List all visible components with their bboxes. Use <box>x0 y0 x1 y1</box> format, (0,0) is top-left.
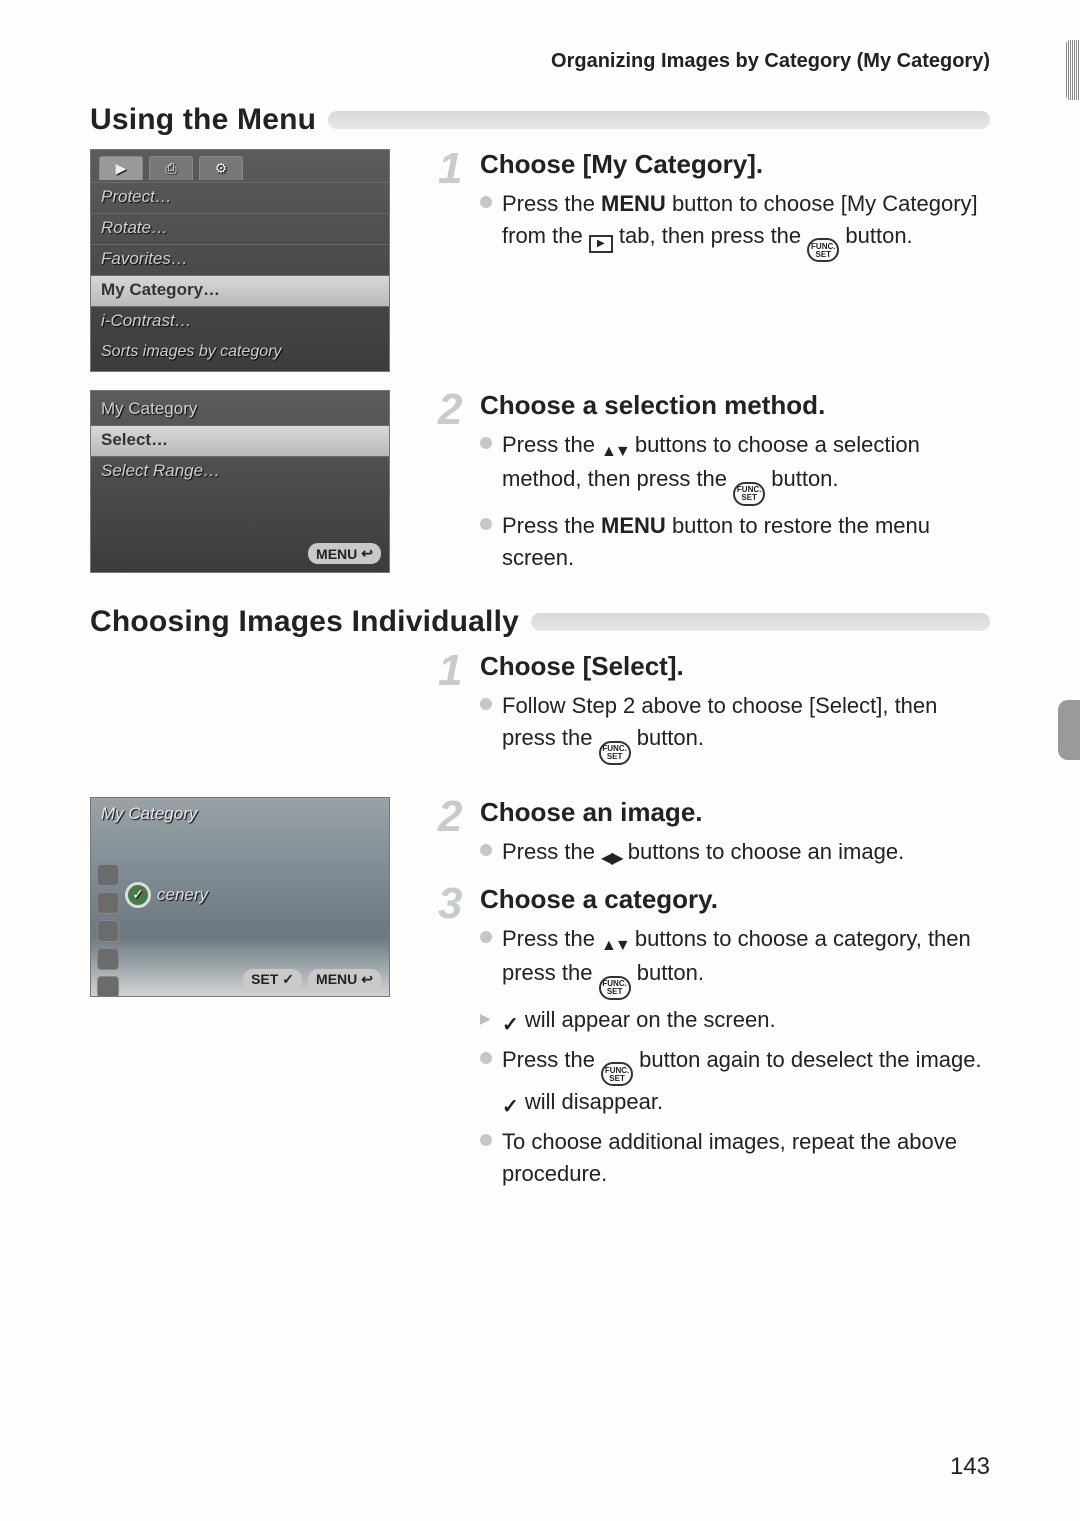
step-1-choose-my-category: 1 Choose [My Category]. Press the MENU b… <box>438 149 990 262</box>
step-bullet: Press the FUNC.SET button again to desel… <box>480 1044 990 1123</box>
category-icon <box>97 864 119 886</box>
menu-row: Favorites… <box>91 244 389 275</box>
step-bullet: Press the buttons to choose a category, … <box>480 923 990 1000</box>
menu-row: i-Contrast… <box>91 306 389 337</box>
tab-tools-icon: ⚙ <box>199 156 243 180</box>
step-2-choose-selection-method: 2 Choose a selection method. Press the b… <box>438 390 990 573</box>
step-number: 1 <box>438 649 462 693</box>
menu-button-label: MENU <box>601 191 666 216</box>
step-bullet: Press the buttons to choose an image. <box>480 836 990 870</box>
category-icon <box>97 948 119 970</box>
menu-back-pill: MENU↩ <box>308 543 381 564</box>
page-edge-tab-mid <box>1058 700 1080 760</box>
func-set-button-icon: FUNC.SET <box>807 238 839 262</box>
step-number: 2 <box>438 795 462 839</box>
menu-button-label: MENU <box>601 513 666 538</box>
step-1-choose-select: 1 Choose [Select]. Follow Step 2 above t… <box>438 651 990 764</box>
step-number: 3 <box>438 882 462 926</box>
step-number: 2 <box>438 388 462 432</box>
menu-row-selected: Select… <box>91 425 389 456</box>
menu-row: Protect… <box>91 182 389 213</box>
tab-print-icon: ⎙ <box>149 156 193 180</box>
selected-check-icon: ✓ <box>125 882 151 908</box>
category-icon <box>97 976 119 997</box>
step-number: 1 <box>438 147 462 191</box>
category-icons-column <box>97 864 119 997</box>
step-heading: Choose [My Category]. <box>480 149 990 180</box>
step-heading: Choose a category. <box>480 884 990 915</box>
running-header: Organizing Images by Category (My Catego… <box>90 50 990 73</box>
up-down-buttons-icon <box>601 440 629 463</box>
section-title-text: Choosing Images Individually <box>90 605 519 639</box>
page-edge-tab-top <box>1066 40 1080 100</box>
func-set-button-icon: FUNC.SET <box>599 976 631 1000</box>
up-down-buttons-icon <box>601 934 629 957</box>
menu-title: My Category <box>91 391 389 425</box>
menu-row-selected: My Category… <box>91 275 389 306</box>
step-result: will appear on the screen. <box>480 1004 990 1040</box>
step-heading: Choose an image. <box>480 797 990 828</box>
step-heading: Choose [Select]. <box>480 651 990 682</box>
return-icon: ↩ <box>361 971 373 988</box>
menu-row: Rotate… <box>91 213 389 244</box>
step-bullet: To choose additional images, repeat the … <box>480 1126 990 1190</box>
check-icon <box>502 1093 519 1122</box>
return-icon: ↩ <box>361 545 373 562</box>
step-heading: Choose a selection method. <box>480 390 990 421</box>
step-2-choose-image: 2 Choose an image. Press the buttons to … <box>438 797 990 870</box>
step-bullet: Follow Step 2 above to choose [Select], … <box>480 690 990 764</box>
check-icon <box>502 1011 519 1040</box>
step-bullet: Press the buttons to choose a selection … <box>480 429 990 506</box>
menu-row: Select Range… <box>91 456 389 487</box>
func-set-button-icon: FUNC.SET <box>733 482 765 506</box>
section-title-text: Using the Menu <box>90 103 316 137</box>
category-icon <box>97 892 119 914</box>
category-icon <box>97 920 119 942</box>
step-bullet: Press the MENU button to restore the men… <box>480 510 990 574</box>
step-bullet: Press the MENU button to choose [My Cate… <box>480 188 990 262</box>
camera-menu-screenshot-2: My Category Select… Select Range… MENU↩ <box>90 390 390 573</box>
section-title-bar <box>328 111 990 129</box>
play-tab-icon <box>589 235 613 253</box>
viewer-title: My Category <box>101 804 197 824</box>
step-3-choose-category: 3 Choose a category. Press the buttons t… <box>438 884 990 1190</box>
menu-help-text: Sorts images by category <box>91 337 389 371</box>
check-icon: ✓ <box>282 971 294 988</box>
func-set-button-icon: FUNC.SET <box>601 1062 633 1086</box>
tab-play-icon: ▶ <box>99 156 143 180</box>
set-pill: SET✓ <box>243 969 302 990</box>
page-number: 143 <box>950 1453 990 1481</box>
section-choosing-individually: Choosing Images Individually <box>90 605 990 639</box>
section-using-menu: Using the Menu <box>90 103 990 137</box>
camera-viewer-screenshot: My Category ✓ cenery SET✓ MENU↩ <box>90 797 390 997</box>
left-right-buttons-icon <box>601 847 622 870</box>
camera-menu-screenshot-1: ▶ ⎙ ⚙ Protect… Rotate… Favorites… My Cat… <box>90 149 390 372</box>
func-set-button-icon: FUNC.SET <box>599 741 631 765</box>
scenery-label: cenery <box>157 885 208 905</box>
menu-pill: MENU↩ <box>308 969 381 990</box>
section-title-bar <box>531 613 990 631</box>
